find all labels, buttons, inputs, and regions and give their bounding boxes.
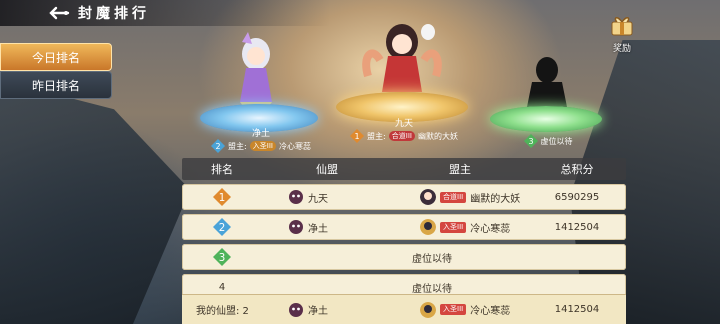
vacant-text: 虚位以待 xyxy=(412,283,452,295)
ranking-screen: 封魔排行 今日排名 昨日排名 奖励 净土 2 盟主: 入圣III 冷心寒蕊 九天… xyxy=(0,0,720,324)
rank-3-badge-icon: 3 xyxy=(523,134,538,148)
lord-name: 幽默的大妖 xyxy=(470,193,521,205)
podium-third: 3 虚位以待 xyxy=(490,57,602,154)
second-guild-name: 净土 xyxy=(251,129,270,139)
reward-label: 奖励 xyxy=(612,44,631,54)
podium-first: 九天 1 盟主: 合道III 幽默的大妖 xyxy=(336,24,468,146)
lord-avatar xyxy=(420,301,436,318)
my-guild-label: 我的仙盟: 2 xyxy=(196,306,249,317)
rank-3-badge-icon: 3 xyxy=(213,248,231,266)
svg-text:3: 3 xyxy=(528,137,533,146)
left-rock-background xyxy=(0,80,190,324)
second-place-character xyxy=(240,32,272,110)
lord-name: 冷心寒蕊 xyxy=(470,223,511,235)
second-place-plate: 净土 2 盟主: 入圣III 冷心寒蕊 xyxy=(206,126,316,156)
page-title: 封魔排行 xyxy=(78,6,150,22)
table-header: 排名 仙盟 盟主 总积分 xyxy=(182,158,626,180)
my-total-score: 1412504 xyxy=(554,304,600,315)
guild-name: 净土 xyxy=(308,223,328,235)
rank-1-badge-icon: 1 xyxy=(213,188,231,206)
svg-text:2: 2 xyxy=(219,222,226,234)
svg-text:3: 3 xyxy=(219,252,226,264)
svg-text:1: 1 xyxy=(355,132,360,141)
lord-avatar xyxy=(420,219,436,235)
second-lord-name: 冷心寒蕊 xyxy=(278,141,311,151)
rank-2-badge-icon: 2 xyxy=(211,139,226,153)
third-place-plate: 3 虚位以待 xyxy=(498,134,598,151)
ranking-table: 排名 仙盟 盟主 总积分 1 九天 合道III 幽默的大妖 6590295 2 … xyxy=(182,158,626,300)
svg-text:1: 1 xyxy=(219,192,226,204)
my-lord-realm-tag: 入圣III xyxy=(440,304,467,315)
guild-mask-icon xyxy=(289,220,303,234)
header-score: 总积分 xyxy=(560,163,594,176)
table-row[interactable]: 3 虚位以待 xyxy=(182,244,626,270)
my-lord-name: 冷心寒蕊 xyxy=(470,306,511,317)
tab-yesterday-ranking[interactable]: 昨日排名 xyxy=(0,71,112,99)
guild-mask-icon xyxy=(289,190,303,204)
first-place-plate: 九天 1 盟主: 合道III 幽默的大妖 xyxy=(340,116,468,146)
lord-avatar xyxy=(420,189,436,205)
vacant-text: 虚位以待 xyxy=(412,253,452,265)
third-platform xyxy=(490,106,602,132)
second-lord-prefix: 盟主: xyxy=(228,141,247,151)
vacant-silhouette xyxy=(526,57,568,112)
total-score: 1412504 xyxy=(554,221,600,233)
header-lord: 盟主 xyxy=(449,163,471,176)
header-bar: 封魔排行 xyxy=(0,0,330,26)
my-guild-row: 我的仙盟: 2 净土 入圣III 冷心寒蕊 1412504 xyxy=(182,294,626,324)
podium-second: 净土 2 盟主: 入圣III 冷心寒蕊 xyxy=(200,32,318,156)
first-place-character xyxy=(362,24,442,92)
svg-text:2: 2 xyxy=(216,142,221,151)
total-score: 6590295 xyxy=(554,191,600,203)
first-guild-name: 九天 xyxy=(394,119,413,129)
guild-mask-icon xyxy=(289,302,303,317)
table-row[interactable]: 2 净土 入圣III 冷心寒蕊 1412504 xyxy=(182,214,626,240)
second-lord-tag: 入圣III xyxy=(249,141,276,151)
header-guild: 仙盟 xyxy=(316,163,338,176)
third-vacant-text: 虚位以待 xyxy=(540,136,573,146)
lord-realm-tag: 合道III xyxy=(440,191,467,203)
tab-today-ranking[interactable]: 今日排名 xyxy=(0,43,112,71)
rank-2-badge-icon: 2 xyxy=(213,218,231,236)
header-rank: 排名 xyxy=(211,163,233,176)
reward-button[interactable]: 奖励 xyxy=(606,14,638,54)
my-guild-name: 净土 xyxy=(308,306,328,317)
rank-1-badge-icon: 1 xyxy=(350,129,365,143)
rank-number: 4 xyxy=(218,281,226,293)
gift-icon xyxy=(611,17,633,36)
first-lord-name: 幽默的大妖 xyxy=(417,131,458,141)
first-lord-tag: 合道III xyxy=(388,131,415,141)
guild-name: 九天 xyxy=(308,193,328,205)
lord-realm-tag: 入圣III xyxy=(440,221,467,233)
table-row[interactable]: 1 九天 合道III 幽默的大妖 6590295 xyxy=(182,184,626,210)
back-icon[interactable] xyxy=(46,5,70,21)
first-lord-prefix: 盟主: xyxy=(367,131,386,141)
